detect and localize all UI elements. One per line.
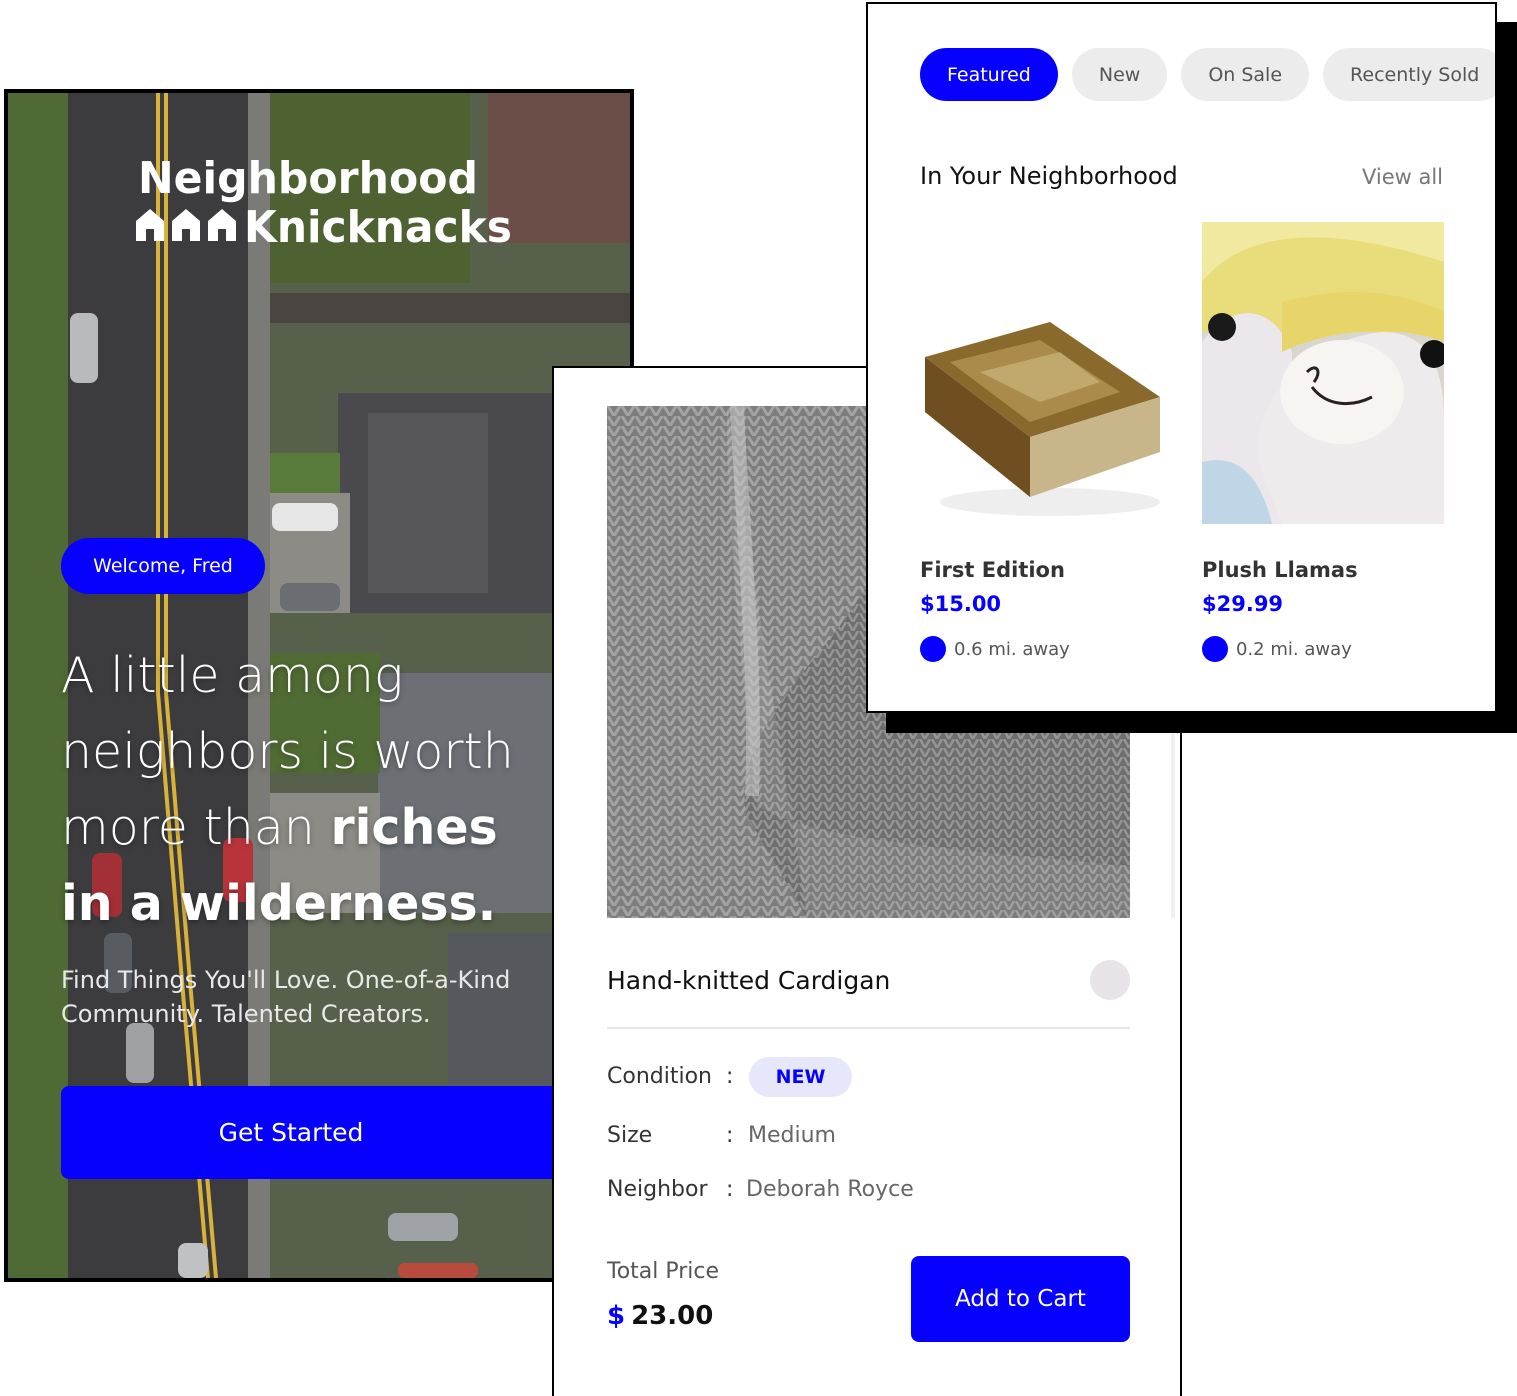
location-dot-icon <box>1202 636 1228 662</box>
divider <box>607 1027 1130 1029</box>
colon: : <box>726 1177 734 1202</box>
get-started-button[interactable]: Get Started <box>61 1086 581 1179</box>
size-label: Size <box>607 1123 653 1148</box>
colon: : <box>726 1064 734 1089</box>
book-photo <box>920 222 1162 524</box>
neighbor-label: Neighbor <box>607 1177 708 1202</box>
distance-row: 0.6 mi. away <box>920 636 1162 662</box>
svg-text:Knicknacks: Knicknacks <box>244 202 512 246</box>
product-name: First Edition <box>920 558 1065 582</box>
total-price-label: Total Price <box>607 1259 720 1284</box>
landing-screen: Neighborhood Knicknacks Welcome, Fred A … <box>4 89 634 1282</box>
product-price: $15.00 <box>920 592 1002 616</box>
colon: : <box>726 1123 734 1148</box>
hero-subtext: Find Things You'll Love. One-of-a-Kind C… <box>61 966 511 1028</box>
product-price: $29.99 <box>1202 592 1284 616</box>
distance-text: 0.2 mi. away <box>1236 638 1352 660</box>
scrollbar-track[interactable] <box>1171 718 1175 918</box>
product-name: Plush Llamas <box>1202 558 1358 582</box>
tab-on-sale[interactable]: On Sale <box>1181 48 1310 101</box>
plush-llamas-photo <box>1202 222 1448 524</box>
condition-label: Condition <box>607 1064 712 1089</box>
hero-headline: A little among neighbors is worth more t… <box>61 647 514 932</box>
neighbor-value[interactable]: Deborah Royce <box>746 1177 914 1202</box>
condition-badge: NEW <box>749 1057 852 1097</box>
favorite-dot-icon[interactable] <box>1090 960 1130 1000</box>
section-title: In Your Neighborhood <box>920 162 1178 190</box>
welcome-chip: Welcome, Fred <box>61 538 265 594</box>
tab-new[interactable]: New <box>1071 48 1168 101</box>
distance-row: 0.2 mi. away <box>1202 636 1444 662</box>
view-all-link[interactable]: View all <box>1362 165 1443 189</box>
svg-text:Neighborhood: Neighborhood <box>138 153 478 204</box>
product-card[interactable]: Plush Llamas $29.99 0.2 mi. away <box>1202 222 1448 662</box>
product-title: Hand-knitted Cardigan <box>607 966 891 995</box>
location-dot-icon <box>920 636 946 662</box>
product-card[interactable]: First Edition $15.00 0.6 mi. away <box>920 222 1162 662</box>
add-to-cart-button[interactable]: Add to Cart <box>911 1256 1130 1342</box>
logo: Neighborhood Knicknacks <box>136 153 512 246</box>
total-price: $23.00 <box>607 1301 714 1331</box>
distance-text: 0.6 mi. away <box>954 638 1070 660</box>
tab-recently-sold[interactable]: Recently Sold <box>1323 48 1495 101</box>
size-value: Medium <box>748 1123 836 1148</box>
tab-featured[interactable]: Featured <box>920 48 1058 101</box>
three-houses-icon <box>136 209 236 241</box>
browse-screen: Featured New On Sale Recently Sold In Yo… <box>866 2 1497 713</box>
filter-tabs: Featured New On Sale Recently Sold <box>920 48 1495 101</box>
